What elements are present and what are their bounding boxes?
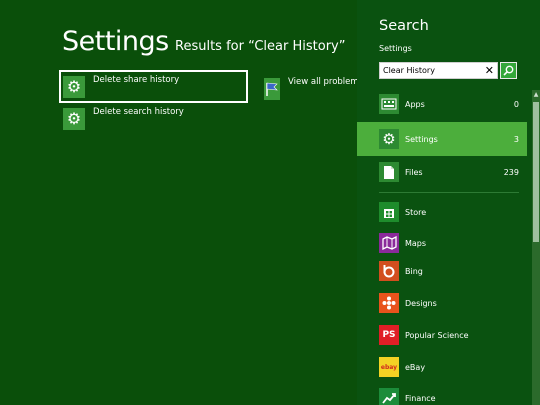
store-icon bbox=[379, 202, 399, 222]
clear-icon[interactable]: ✕ bbox=[485, 63, 494, 78]
search-app-ebay[interactable]: ebay eBay bbox=[357, 354, 527, 380]
gear-icon: ⚙ bbox=[63, 75, 85, 98]
map-icon bbox=[379, 233, 399, 253]
chart-icon bbox=[379, 388, 399, 405]
app-name: Maps bbox=[405, 238, 427, 248]
ps-icon: PS bbox=[379, 325, 399, 345]
search-app-store[interactable]: Store bbox=[357, 199, 527, 225]
search-charm-title: Search bbox=[379, 18, 429, 34]
app-name: Finance bbox=[405, 393, 436, 403]
category-name: Files bbox=[405, 167, 423, 177]
search-category-apps[interactable]: Apps 0 bbox=[357, 87, 527, 121]
divider bbox=[379, 192, 519, 193]
search-button[interactable] bbox=[500, 62, 517, 79]
result-view-all-problem-reports[interactable]: View all problem re bbox=[262, 74, 357, 103]
app-name: Popular Science bbox=[405, 330, 469, 340]
search-app-popular-science[interactable]: PS Popular Science bbox=[357, 322, 527, 348]
designs-icon bbox=[379, 293, 399, 313]
category-name: Apps bbox=[405, 99, 425, 109]
result-delete-search-history[interactable]: ⚙ Delete search history bbox=[61, 104, 246, 133]
result-label: Delete share history bbox=[93, 75, 180, 85]
category-count: 0 bbox=[513, 99, 519, 109]
file-icon bbox=[379, 162, 399, 182]
search-icon bbox=[503, 65, 514, 76]
search-category-settings[interactable]: ⚙ Settings 3 bbox=[357, 122, 527, 156]
result-label: Delete search history bbox=[93, 107, 184, 117]
category-count: 3 bbox=[513, 134, 519, 144]
app-name: eBay bbox=[405, 362, 426, 372]
ebay-icon: ebay bbox=[379, 357, 399, 377]
app-name: Store bbox=[405, 207, 427, 217]
scrollbar-thumb[interactable] bbox=[533, 102, 539, 242]
search-scrollbar[interactable]: ▲ bbox=[532, 90, 540, 405]
search-scope-label: Settings bbox=[379, 44, 412, 53]
category-name: Settings bbox=[405, 134, 438, 144]
search-app-finance[interactable]: Finance bbox=[357, 385, 527, 405]
result-delete-share-history[interactable]: ⚙ Delete share history bbox=[59, 70, 248, 103]
results-label: Results for “Clear History” bbox=[175, 39, 346, 54]
gear-icon: ⚙ bbox=[379, 129, 399, 149]
bing-icon bbox=[379, 261, 399, 281]
gear-icon: ⚙ bbox=[63, 107, 85, 130]
keyboard-icon bbox=[379, 94, 399, 114]
search-charm-pane: Search Settings ✕ Apps 0 ⚙ Settings 3 bbox=[357, 0, 540, 405]
scroll-up-icon[interactable]: ▲ bbox=[532, 90, 540, 100]
search-category-files[interactable]: Files 239 bbox=[357, 155, 527, 189]
settings-page-title: Settings bbox=[62, 26, 169, 57]
search-box[interactable]: ✕ bbox=[379, 62, 498, 79]
result-label: View all problem re bbox=[288, 77, 357, 87]
app-name: Designs bbox=[405, 298, 437, 308]
flag-icon bbox=[264, 77, 280, 100]
category-count: 239 bbox=[503, 167, 519, 177]
search-app-bing[interactable]: Bing bbox=[357, 258, 527, 284]
search-app-maps[interactable]: Maps bbox=[357, 230, 527, 256]
app-name: Bing bbox=[405, 266, 423, 276]
search-input[interactable] bbox=[380, 63, 480, 78]
search-app-designs[interactable]: Designs bbox=[357, 290, 527, 316]
